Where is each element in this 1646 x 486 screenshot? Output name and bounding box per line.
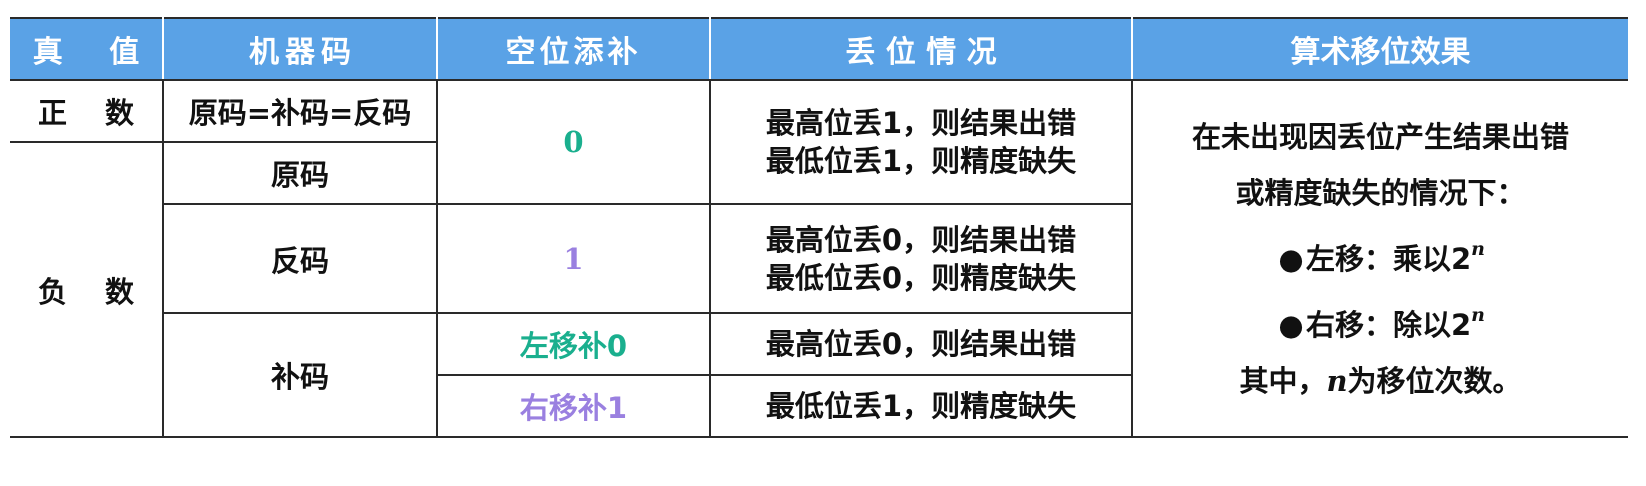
- header-machine-code: 机器码: [162, 17, 438, 81]
- effect-note: 其中，n为移位次数。: [1239, 363, 1522, 398]
- fill-one: 1: [436, 203, 711, 314]
- fill-left-shift: 左移补0: [436, 312, 711, 376]
- fill-right-shift: 右移补1: [437, 374, 711, 438]
- shift-rules-table: 真 值 机器码 空位添补 丢 位 情 况 算术移位效果 正 数 原码=补码=反码…: [10, 17, 1628, 438]
- effect-left-shift: ●左移：乘以2n: [1133, 221, 1628, 287]
- sign-magnitude-code: 原码: [162, 141, 437, 205]
- positive-label: 正 数: [10, 79, 164, 143]
- fill-zero: 0: [436, 79, 711, 205]
- twos-complement-code: 补码: [163, 312, 438, 438]
- loss-text: 最高位丢1，则结果出错: [765, 106, 1077, 140]
- effect-line: 在未出现因丢位产生结果出错: [1191, 119, 1569, 154]
- effect-line: 或精度缺失的情况下：: [1235, 175, 1526, 210]
- effect-cell: 在未出现因丢位产生结果出错 或精度缺失的情况下： ●左移：乘以2n ●右移：除以…: [1131, 79, 1628, 438]
- bullet-icon: ●: [1278, 307, 1304, 342]
- table-row: 正 数 原码=补码=反码 0 最高位丢1，则结果出错 最低位丢1，则精度缺失 在…: [10, 79, 1628, 438]
- ones-complement-code: 反码: [163, 203, 438, 314]
- effect-right-shift: ●右移：除以2n: [1133, 287, 1628, 353]
- loss-text: 最高位丢0，则结果出错: [765, 327, 1077, 361]
- loss-twos-right: 最低位丢1，则精度缺失: [709, 374, 1132, 438]
- loss-text: 最低位丢0，则精度缺失: [765, 260, 1077, 295]
- loss-text: 最低位丢1，则精度缺失: [765, 389, 1077, 423]
- header-effect: 算术移位效果: [1131, 17, 1628, 81]
- loss-text: 最低位丢1，则精度缺失: [765, 144, 1077, 178]
- header-loss: 丢 位 情 况: [709, 17, 1133, 81]
- positive-code: 原码=补码=反码: [162, 79, 438, 143]
- bullet-icon: ●: [1278, 241, 1304, 276]
- header-true-value: 真 值: [10, 17, 164, 81]
- loss-twos-left: 最高位丢0，则结果出错: [709, 312, 1132, 376]
- loss-sign-magnitude: 最高位丢1，则结果出错 最低位丢1，则精度缺失: [709, 79, 1133, 205]
- loss-text: 最高位丢0，则结果出错: [765, 222, 1077, 257]
- header-fill: 空位添补: [436, 17, 711, 81]
- negative-label: 负 数: [10, 141, 164, 438]
- loss-ones-complement: 最高位丢0，则结果出错 最低位丢0，则精度缺失: [709, 203, 1132, 314]
- header-row: 真 值 机器码 空位添补 丢 位 情 况 算术移位效果: [10, 17, 1628, 81]
